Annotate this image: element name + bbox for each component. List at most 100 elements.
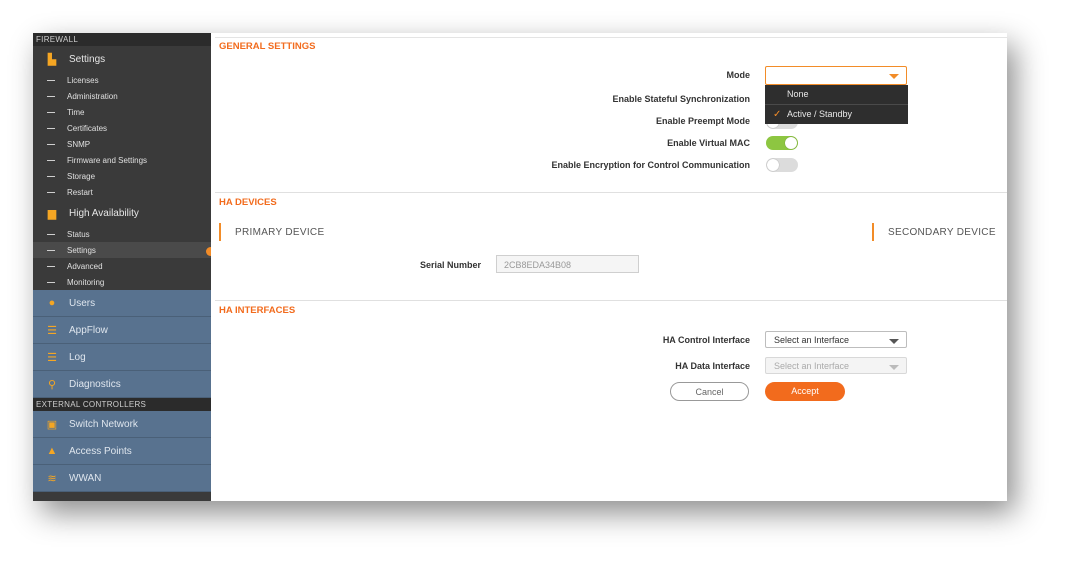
mode-option-none[interactable]: None	[765, 85, 908, 104]
nav-diagnostics[interactable]: ⚲ Diagnostics	[33, 371, 211, 398]
nav-restart[interactable]: Restart	[33, 184, 211, 200]
encryption-toggle[interactable]	[766, 158, 798, 172]
nav-ha-status-label: Status	[67, 229, 90, 239]
nav-high-availability-label: High Availability	[69, 207, 139, 219]
virtual-mac-label: Enable Virtual MAC	[667, 138, 750, 148]
chevron-down-icon	[889, 339, 899, 344]
checkmark-icon: ✓	[773, 109, 782, 120]
switch-icon: ▣	[46, 418, 58, 431]
nav-users-label: Users	[69, 297, 96, 309]
dash-icon	[47, 233, 55, 235]
stateful-sync-label: Enable Stateful Synchronization	[612, 94, 750, 104]
ha-control-interface-value: Select an Interface	[774, 335, 850, 345]
nav-snmp-label: SNMP	[67, 139, 91, 149]
secondary-marker	[872, 223, 874, 241]
dash-icon	[47, 95, 55, 97]
log-icon: ☰	[47, 351, 57, 364]
nav-ha-advanced-label: Advanced	[67, 261, 103, 271]
nav-firmware[interactable]: Firmware and Settings	[33, 152, 211, 168]
nav-high-availability[interactable]: ▆ High Availability	[33, 200, 211, 226]
nav-access-points-label: Access Points	[69, 445, 132, 457]
nav-wwan-label: WWAN	[69, 472, 102, 484]
dash-icon	[47, 249, 55, 251]
nav-appflow[interactable]: ☰ AppFlow	[33, 317, 211, 344]
nav-licenses[interactable]: Licenses	[33, 72, 211, 88]
ha-data-interface-select[interactable]: Select an Interface	[765, 357, 907, 374]
dash-icon	[47, 281, 55, 283]
mode-select[interactable]	[765, 66, 907, 85]
nav-switch-network-label: Switch Network	[69, 418, 138, 430]
wifi-icon: ≋	[47, 472, 57, 485]
general-settings-title: GENERAL SETTINGS	[219, 41, 316, 52]
nav-settings-label: Settings	[69, 53, 106, 65]
ha-data-interface-label: HA Data Interface	[675, 361, 750, 371]
chevron-down-icon	[889, 74, 899, 79]
nav-ha-monitoring-label: Monitoring	[67, 277, 105, 287]
mode-label: Mode	[726, 70, 751, 80]
dash-icon	[47, 111, 55, 113]
nav-storage[interactable]: Storage	[33, 168, 211, 184]
mode-option-active-standby[interactable]: ✓ Active / Standby	[765, 104, 908, 124]
nav-ha-settings[interactable]: Settings	[33, 242, 211, 258]
ha-control-interface-select[interactable]: Select an Interface	[765, 331, 907, 348]
dash-icon	[47, 191, 55, 193]
mode-option-active-standby-label: Active / Standby	[787, 109, 853, 119]
nav-firmware-label: Firmware and Settings	[67, 155, 148, 165]
ha-devices-title: HA DEVICES	[219, 197, 277, 208]
nav-wwan[interactable]: ≋ WWAN	[33, 465, 211, 492]
nav-log-label: Log	[69, 351, 86, 363]
divider	[215, 300, 1007, 301]
chevron-down-icon	[889, 365, 899, 370]
ha-data-interface-value: Select an Interface	[774, 361, 850, 371]
mode-option-none-label: None	[787, 89, 809, 99]
nav-users[interactable]: ● Users	[33, 290, 211, 317]
primary-device-header: PRIMARY DEVICE	[235, 227, 325, 238]
serial-number-label: Serial Number	[419, 260, 481, 270]
nav-snmp[interactable]: SNMP	[33, 136, 211, 152]
nav-ha-monitoring[interactable]: Monitoring	[33, 274, 211, 290]
nav-time[interactable]: Time	[33, 104, 211, 120]
nav-restart-label: Restart	[67, 187, 93, 197]
nav-administration[interactable]: Administration	[33, 88, 211, 104]
nav-ha-advanced[interactable]: Advanced	[33, 258, 211, 274]
nav-ha-settings-label: Settings	[67, 245, 96, 255]
appflow-icon: ☰	[47, 324, 57, 337]
nav-switch-network[interactable]: ▣ Switch Network	[33, 411, 211, 438]
primary-marker	[219, 223, 221, 241]
ha-interfaces-title: HA INTERFACES	[219, 305, 296, 316]
external-section-header: EXTERNAL CONTROLLERS	[33, 398, 211, 411]
main-content: GENERAL SETTINGS Mode None ✓ Active / Sta…	[211, 33, 1007, 501]
nav-certificates[interactable]: Certificates	[33, 120, 211, 136]
diagnostics-icon: ⚲	[47, 378, 57, 391]
settings-icon: ▙	[47, 53, 57, 66]
sidebar: FIREWALL ▙ Settings Licenses Administrat…	[33, 33, 211, 501]
dash-icon	[47, 265, 55, 267]
cancel-button[interactable]: Cancel	[670, 382, 749, 401]
serial-number-field: 2CB8EDA34B08	[496, 255, 639, 273]
nav-time-label: Time	[67, 107, 85, 117]
nav-settings[interactable]: ▙ Settings	[33, 46, 211, 72]
virtual-mac-toggle[interactable]	[766, 136, 798, 150]
encryption-label: Enable Encryption for Control Communicat…	[551, 160, 750, 170]
nav-storage-label: Storage	[67, 171, 96, 181]
dash-icon	[47, 143, 55, 145]
nav-log[interactable]: ☰ Log	[33, 344, 211, 371]
nav-appflow-label: AppFlow	[69, 324, 108, 336]
nav-certificates-label: Certificates	[67, 123, 108, 133]
accept-button[interactable]: Accept	[765, 382, 845, 401]
toggle-knob	[785, 137, 797, 149]
gift-icon: ▆	[47, 207, 57, 220]
app-window: FIREWALL ▙ Settings Licenses Administrat…	[33, 33, 1007, 501]
access-point-icon: ▲	[46, 445, 58, 457]
dash-icon	[47, 159, 55, 161]
mode-dropdown: None ✓ Active / Standby	[765, 85, 908, 124]
divider	[215, 192, 1007, 193]
dash-icon	[47, 79, 55, 81]
toggle-knob	[767, 159, 779, 171]
nav-access-points[interactable]: ▲ Access Points	[33, 438, 211, 465]
dash-icon	[47, 175, 55, 177]
nav-ha-status[interactable]: Status	[33, 226, 211, 242]
dash-icon	[47, 127, 55, 129]
preempt-mode-label: Enable Preempt Mode	[655, 116, 750, 126]
secondary-device-header: SECONDARY DEVICE	[888, 227, 996, 238]
